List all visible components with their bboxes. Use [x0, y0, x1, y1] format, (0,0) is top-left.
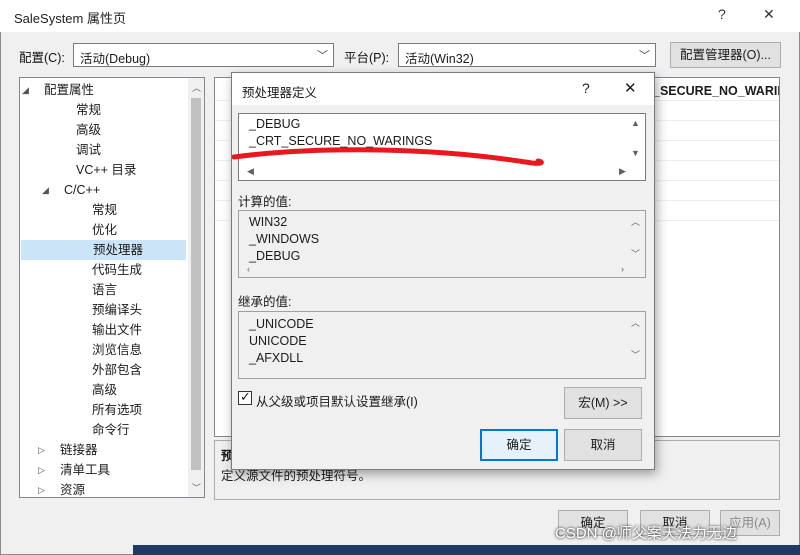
dialog-title: 预处理器定义 [242, 86, 318, 100]
scroll-down-icon[interactable]: ﹀ [631, 247, 640, 260]
inherited-label: 继承的值: [238, 295, 292, 309]
macro-button[interactable]: 宏(M) >> [564, 387, 642, 419]
checkmark-icon: ✓ [240, 389, 251, 404]
tree-item-label: 高级 [76, 123, 102, 137]
inherited-value: UNICODE [249, 334, 307, 348]
tree-item-label: 优化 [92, 223, 118, 237]
tree-scrollbar[interactable]: ︿ ﹀ [188, 78, 204, 497]
dialog-ok-button[interactable]: 确定 [480, 429, 558, 461]
red-underline-annotation [232, 147, 544, 166]
scroll-up-icon[interactable]: ︿ [192, 81, 201, 94]
expand-arrow-icon[interactable]: ▷ [38, 480, 45, 500]
scroll-right-icon[interactable]: ▶ [619, 166, 626, 177]
tree-item-label: 调试 [76, 143, 102, 157]
tree-item-label: 输出文件 [92, 323, 143, 337]
grid-value-text: _SECURE_NO_WARIN [653, 84, 779, 98]
tree-item-label: 外部包含 [92, 363, 143, 377]
dialog-help-icon[interactable]: ? [582, 80, 590, 96]
scroll-up-icon[interactable]: ︿ [631, 215, 640, 228]
expand-arrow-icon[interactable]: ▷ [38, 440, 45, 460]
config-select-value: 活动(Debug) [80, 52, 151, 66]
computed-label: 计算的值: [238, 195, 292, 209]
tree-item-label: 资源 [60, 483, 86, 497]
property-tree: ◢ 配置属性 常规 高级 调试 VC++ 目录 ◢ C/C++ 常规 优化 预处理器 代码生成 语言 预编… [19, 77, 205, 498]
collapse-arrow-icon[interactable]: ◢ [22, 80, 29, 100]
dialog-close-icon[interactable]: ✕ [624, 79, 637, 97]
computed-value: WIN32 [249, 215, 288, 229]
platform-label: 平台(P): [344, 51, 390, 65]
inherited-value: _UNICODE [249, 317, 314, 331]
platform-select-value: 活动(Win32) [405, 52, 474, 66]
watermark: CSDN @师父案天法力无边 [555, 525, 737, 542]
tree-item-label: 配置属性 [44, 83, 95, 97]
tree-item-label: 常规 [76, 103, 102, 117]
tree-scroll-thumb[interactable] [191, 98, 201, 470]
tree-item-label: 所有选项 [92, 403, 143, 417]
tree-item-label: VC++ 目录 [76, 163, 137, 177]
collapse-arrow-icon[interactable]: ◢ [42, 180, 49, 200]
scroll-down-icon[interactable]: ﹀ [192, 481, 201, 494]
scroll-down-icon[interactable]: ﹀ [631, 348, 640, 361]
config-label: 配置(C): [19, 51, 65, 65]
scroll-up-icon[interactable]: ▲ [631, 118, 640, 128]
title-bar: SaleSystem 属性页 ? ✕ [0, 0, 800, 32]
tree-item-label: 代码生成 [92, 263, 143, 277]
tree-item-label: C/C++ [64, 183, 101, 197]
dialog-cancel-button[interactable]: 取消 [564, 429, 642, 461]
background-taskbar [133, 545, 800, 555]
tree-item-label: 命令行 [92, 423, 130, 437]
platform-select[interactable]: 活动(Win32) ﹀ [398, 43, 656, 67]
inherit-checkbox-label[interactable]: 从父级或项目默认设置继承(I) [256, 391, 418, 410]
tree-item-label: 清单工具 [60, 463, 111, 477]
dialog-title-bar: 预处理器定义 ? ✕ [232, 73, 654, 105]
tree-item-label: 预编译头 [92, 303, 143, 317]
tree-item-label: 预处理器 [93, 243, 144, 257]
inherited-value: _AFXDLL [249, 351, 304, 365]
annotation-stroke [232, 147, 544, 166]
inherited-values-box[interactable]: _UNICODE UNICODE _AFXDLL ︿ ﹀ [238, 311, 646, 379]
tree-item-label: 浏览信息 [92, 343, 143, 357]
window-title: SaleSystem 属性页 [14, 11, 126, 26]
scroll-left-icon[interactable]: ‹ [247, 264, 250, 274]
chevron-down-icon: ﹀ [317, 50, 328, 62]
tree-item-label: 高级 [92, 383, 118, 397]
computed-value: _DEBUG [249, 249, 301, 263]
tree-item[interactable]: 预处理器 [21, 240, 186, 260]
computed-value: _WINDOWS [249, 232, 320, 246]
inherit-checkbox[interactable]: ✓ [238, 389, 252, 405]
scroll-down-icon[interactable]: ▼ [631, 148, 640, 158]
help-icon[interactable]: ? [718, 6, 726, 22]
tree-item-label: 链接器 [60, 443, 98, 457]
preprocessor-dialog: 预处理器定义 ? ✕ _DEBUG _CRT_SECURE_NO_WARINGS… [231, 72, 655, 470]
chevron-down-icon: ﹀ [639, 50, 650, 62]
config-manager-button[interactable]: 配置管理器(O)... [670, 42, 781, 68]
config-select[interactable]: 活动(Debug) ﹀ [73, 43, 334, 67]
close-icon[interactable]: ✕ [763, 6, 775, 23]
computed-values-box[interactable]: WIN32 _WINDOWS _DEBUG ︿ ﹀ ‹ › [238, 210, 646, 278]
scroll-up-icon[interactable]: ︿ [631, 316, 640, 329]
tree-item-label: 语言 [92, 283, 118, 297]
definition-line: _DEBUG [249, 117, 301, 131]
scroll-right-icon[interactable]: › [621, 264, 624, 274]
expand-arrow-icon[interactable]: ▷ [38, 460, 45, 480]
tree-item-label: 常规 [92, 203, 118, 217]
